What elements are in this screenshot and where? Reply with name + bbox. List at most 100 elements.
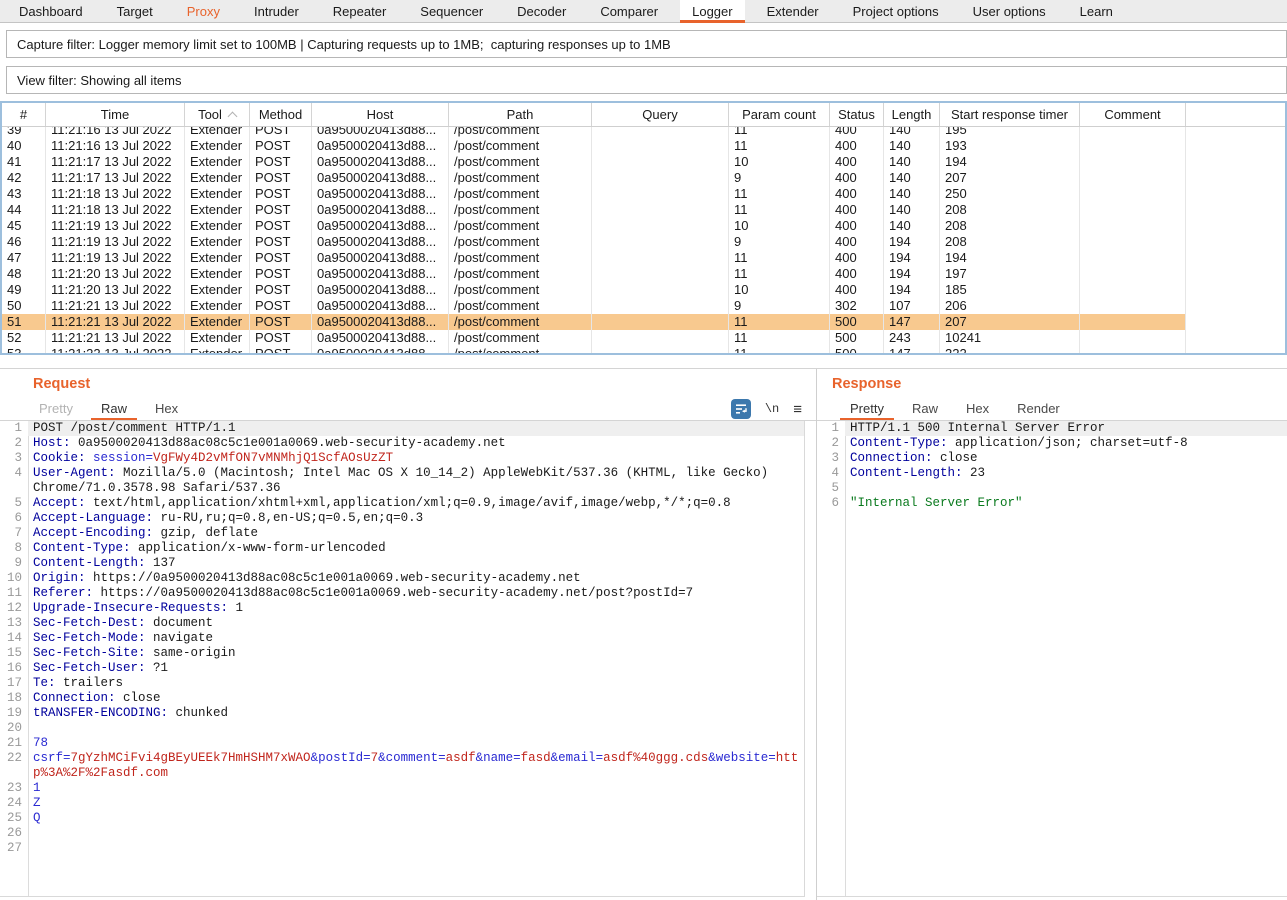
line-number: 22 bbox=[0, 751, 28, 781]
table-row[interactable]: 4211:21:17 13 Jul 2022ExtenderPOST0a9500… bbox=[2, 170, 1186, 186]
cell-method: POST bbox=[250, 250, 312, 266]
cell-tool: Extender bbox=[185, 298, 250, 314]
cell-host: 0a9500020413d88... bbox=[312, 298, 449, 314]
table-row[interactable]: 4811:21:20 13 Jul 2022ExtenderPOST0a9500… bbox=[2, 266, 1186, 282]
cell-start_response_timer: 208 bbox=[940, 202, 1080, 218]
cell-method: POST bbox=[250, 330, 312, 346]
cell-tool: Extender bbox=[185, 154, 250, 170]
code-line: 22csrf=7gYzhMCiFvi4gBEyUEEk7HmHSHM7xWAO&… bbox=[0, 751, 804, 781]
editor-menu-icon[interactable]: ≡ bbox=[793, 402, 802, 417]
line-content: "Internal Server Error" bbox=[845, 496, 1287, 511]
table-row[interactable]: 5111:21:21 13 Jul 2022ExtenderPOST0a9500… bbox=[2, 314, 1186, 330]
response-editor[interactable]: 1HTTP/1.1 500 Internal Server Error2Cont… bbox=[817, 421, 1287, 897]
line-number: 5 bbox=[817, 481, 845, 496]
cell-status: 400 bbox=[830, 218, 884, 234]
table-row[interactable]: 4911:21:20 13 Jul 2022ExtenderPOST0a9500… bbox=[2, 282, 1186, 298]
cell-query bbox=[592, 218, 729, 234]
tab-target[interactable]: Target bbox=[105, 0, 165, 22]
tab-project-options[interactable]: Project options bbox=[841, 0, 951, 22]
cell-num: 43 bbox=[2, 186, 46, 202]
table-row[interactable]: 4511:21:19 13 Jul 2022ExtenderPOST0a9500… bbox=[2, 218, 1186, 234]
table-row[interactable]: 4711:21:19 13 Jul 2022ExtenderPOST0a9500… bbox=[2, 250, 1186, 266]
tab-dashboard[interactable]: Dashboard bbox=[7, 0, 95, 22]
cell-host: 0a9500020413d88... bbox=[312, 346, 449, 353]
cell-tool: Extender bbox=[185, 138, 250, 154]
view-filter-bar[interactable]: View filter: Showing all items bbox=[6, 66, 1287, 94]
column-header-host[interactable]: Host bbox=[312, 103, 449, 126]
request-tab-raw[interactable]: Raw bbox=[87, 397, 141, 420]
request-tab-pretty[interactable]: Pretty bbox=[25, 397, 87, 420]
tab-user-options[interactable]: User options bbox=[961, 0, 1058, 22]
line-content bbox=[28, 826, 804, 841]
cell-tool: Extender bbox=[185, 314, 250, 330]
code-line: 17Te: trailers bbox=[0, 676, 804, 691]
response-tab-hex[interactable]: Hex bbox=[952, 397, 1003, 420]
cell-param_count: 11 bbox=[729, 330, 830, 346]
tab-logger[interactable]: Logger bbox=[680, 0, 744, 22]
tab-intruder[interactable]: Intruder bbox=[242, 0, 311, 22]
column-header-path[interactable]: Path bbox=[449, 103, 592, 126]
cell-time: 11:21:16 13 Jul 2022 bbox=[46, 127, 185, 138]
request-tab-hex[interactable]: Hex bbox=[141, 397, 192, 420]
tab-learn[interactable]: Learn bbox=[1068, 0, 1125, 22]
tab-comparer[interactable]: Comparer bbox=[588, 0, 670, 22]
line-number: 13 bbox=[0, 616, 28, 631]
column-label: Method bbox=[259, 107, 302, 122]
newline-toggle-icon[interactable]: \n bbox=[765, 402, 779, 416]
column-header-start_response_timer[interactable]: Start response timer bbox=[940, 103, 1080, 126]
tab-proxy[interactable]: Proxy bbox=[175, 0, 232, 22]
tab-repeater[interactable]: Repeater bbox=[321, 0, 398, 22]
pretty-print-icon[interactable] bbox=[731, 399, 751, 419]
line-number: 15 bbox=[0, 646, 28, 661]
table-row[interactable]: 4611:21:19 13 Jul 2022ExtenderPOST0a9500… bbox=[2, 234, 1186, 250]
code-line: 2Content-Type: application/json; charset… bbox=[817, 436, 1287, 451]
column-header-status[interactable]: Status bbox=[830, 103, 884, 126]
response-tab-raw[interactable]: Raw bbox=[898, 397, 952, 420]
table-row[interactable]: 5011:21:21 13 Jul 2022ExtenderPOST0a9500… bbox=[2, 298, 1186, 314]
cell-query bbox=[592, 266, 729, 282]
tab-sequencer[interactable]: Sequencer bbox=[408, 0, 495, 22]
cell-query bbox=[592, 154, 729, 170]
line-number: 25 bbox=[0, 811, 28, 826]
column-header-length[interactable]: Length bbox=[884, 103, 940, 126]
line-content: POST /post/comment HTTP/1.1 bbox=[28, 421, 804, 436]
cell-status: 400 bbox=[830, 186, 884, 202]
column-header-tool[interactable]: Tool bbox=[185, 103, 250, 126]
cell-num: 45 bbox=[2, 218, 46, 234]
column-header-method[interactable]: Method bbox=[250, 103, 312, 126]
column-header-num[interactable]: # bbox=[2, 103, 46, 126]
tab-extender[interactable]: Extender bbox=[755, 0, 831, 22]
table-row[interactable]: 5211:21:21 13 Jul 2022ExtenderPOST0a9500… bbox=[2, 330, 1186, 346]
table-row[interactable]: 4111:21:17 13 Jul 2022ExtenderPOST0a9500… bbox=[2, 154, 1186, 170]
cell-status: 302 bbox=[830, 298, 884, 314]
cell-query bbox=[592, 282, 729, 298]
line-number: 2 bbox=[0, 436, 28, 451]
table-row[interactable]: 3911:21:16 13 Jul 2022ExtenderPOST0a9500… bbox=[2, 127, 1186, 138]
line-content: Content-Type: application/x-www-form-url… bbox=[28, 541, 804, 556]
request-editor-icons: \n ≡ bbox=[731, 398, 802, 420]
column-header-time[interactable]: Time bbox=[46, 103, 185, 126]
response-tab-pretty[interactable]: Pretty bbox=[836, 397, 898, 420]
column-label: Path bbox=[507, 107, 534, 122]
column-header-param_count[interactable]: Param count bbox=[729, 103, 830, 126]
table-row[interactable]: 4011:21:16 13 Jul 2022ExtenderPOST0a9500… bbox=[2, 138, 1186, 154]
table-row[interactable]: 5311:21:22 13 Jul 2022ExtenderPOST0a9500… bbox=[2, 346, 1186, 353]
tab-decoder[interactable]: Decoder bbox=[505, 0, 578, 22]
table-row[interactable]: 4311:21:18 13 Jul 2022ExtenderPOST0a9500… bbox=[2, 186, 1186, 202]
capture-filter-bar[interactable]: Capture filter: Logger memory limit set … bbox=[6, 30, 1287, 58]
line-content: Content-Type: application/json; charset=… bbox=[845, 436, 1287, 451]
cell-comment bbox=[1080, 186, 1186, 202]
cell-param_count: 9 bbox=[729, 234, 830, 250]
cell-path: /post/comment bbox=[449, 170, 592, 186]
column-header-query[interactable]: Query bbox=[592, 103, 729, 126]
cell-num: 44 bbox=[2, 202, 46, 218]
logger-table[interactable]: #TimeToolMethodHostPathQueryParam countS… bbox=[0, 101, 1287, 355]
request-editor[interactable]: 1POST /post/comment HTTP/1.12Host: 0a950… bbox=[0, 421, 805, 897]
cell-method: POST bbox=[250, 282, 312, 298]
line-number: 6 bbox=[817, 496, 845, 511]
table-row[interactable]: 4411:21:18 13 Jul 2022ExtenderPOST0a9500… bbox=[2, 202, 1186, 218]
cell-query bbox=[592, 346, 729, 353]
response-tab-render[interactable]: Render bbox=[1003, 397, 1074, 420]
column-header-comment[interactable]: Comment bbox=[1080, 103, 1186, 126]
cell-length: 194 bbox=[884, 250, 940, 266]
